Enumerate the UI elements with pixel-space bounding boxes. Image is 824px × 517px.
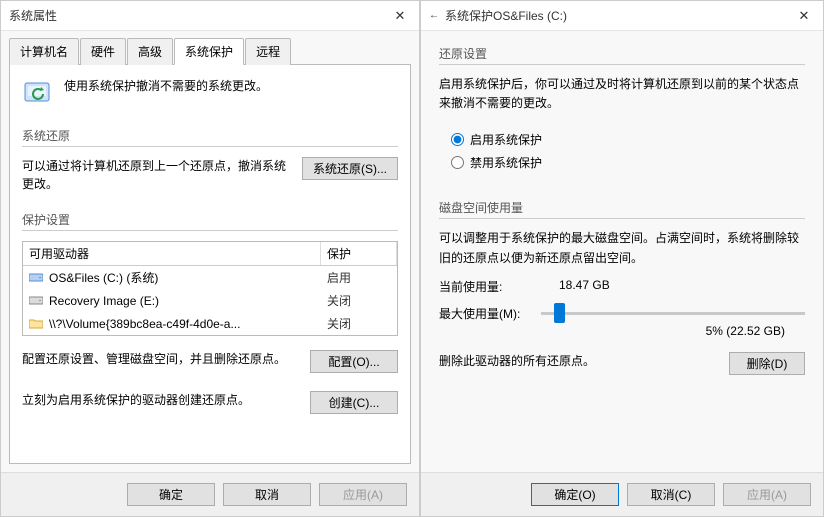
create-description: 立刻为启用系统保护的驱动器创建还原点。: [22, 391, 298, 409]
close-icon[interactable]: ✕: [785, 1, 823, 31]
tab-computer-name[interactable]: 计算机名: [9, 38, 79, 65]
current-usage-value: 18.47 GB: [559, 278, 610, 295]
drive-name: \\?\Volume{389bc8ea-c49f-4d0e-a...: [49, 317, 240, 331]
restore-description: 可以通过将计算机还原到上一个还原点，撤消系统更改。: [22, 157, 290, 193]
configure-button[interactable]: 配置(O)...: [310, 350, 398, 373]
section-label-disk-usage: 磁盘空间使用量: [439, 199, 805, 219]
tab-system-protection[interactable]: 系统保护: [174, 38, 244, 65]
section-label-protect: 保护设置: [22, 211, 398, 231]
section-label-restore: 系统还原: [22, 127, 398, 147]
current-usage-label: 当前使用量:: [439, 278, 559, 295]
tab-panel-system-protection: 使用系统保护撤消不需要的系统更改。 系统还原 可以通过将计算机还原到上一个还原点…: [9, 64, 411, 464]
table-row[interactable]: OS&Files (C:) (系统) 启用: [23, 266, 397, 289]
cancel-button[interactable]: 取消(C): [627, 483, 715, 506]
system-protection-config-dialog: ← 系统保护OS&Files (C:) ✕ 还原设置 启用系统保护后，你可以通过…: [420, 0, 824, 517]
disk-icon: [29, 295, 43, 306]
max-usage-label: 最大使用量(M):: [439, 305, 529, 322]
radio-enable-label: 启用系统保护: [470, 131, 542, 148]
section-label-restore-settings: 还原设置: [439, 45, 805, 65]
radio-enable-input[interactable]: [451, 133, 464, 146]
drive-name: OS&Files (C:) (系统): [49, 269, 158, 286]
back-arrow-icon: ←: [429, 10, 439, 21]
system-properties-dialog: 系统属性 ✕ 计算机名 硬件 高级 系统保护 远程 使用系统保护撤消不需要的系统…: [0, 0, 420, 517]
drive-protection: 关闭: [321, 289, 397, 312]
close-icon[interactable]: ✕: [381, 1, 419, 31]
radio-disable-protection[interactable]: 禁用系统保护: [451, 154, 805, 171]
tab-advanced[interactable]: 高级: [127, 38, 173, 65]
titlebar: 系统属性 ✕: [1, 1, 419, 31]
delete-button[interactable]: 删除(D): [729, 352, 805, 375]
col-header-drive: 可用驱动器: [23, 242, 321, 265]
system-restore-icon: [22, 77, 54, 109]
restore-settings-description: 启用系统保护后，你可以通过及时将计算机还原到以前的某个状态点来撤消不需要的更改。: [439, 75, 805, 113]
drive-protection: 关闭: [321, 312, 397, 335]
col-header-protection: 保护: [321, 242, 397, 265]
apply-button[interactable]: 应用(A): [319, 483, 407, 506]
table-row[interactable]: Recovery Image (E:) 关闭: [23, 289, 397, 312]
window-title: 系统属性: [9, 7, 57, 24]
cancel-button[interactable]: 取消: [223, 483, 311, 506]
dialog-footer: 确定(O) 取消(C) 应用(A): [421, 472, 823, 516]
max-usage-slider[interactable]: [541, 312, 805, 315]
window-title: 系统保护OS&Files (C:): [445, 7, 567, 24]
radio-disable-label: 禁用系统保护: [470, 154, 542, 171]
max-usage-value: 5% (22.52 GB): [439, 324, 805, 338]
dialog-footer: 确定 取消 应用(A): [1, 472, 419, 516]
radio-enable-protection[interactable]: 启用系统保护: [451, 131, 805, 148]
drive-name: Recovery Image (E:): [49, 294, 159, 308]
ok-button[interactable]: 确定: [127, 483, 215, 506]
disk-usage-description: 可以调整用于系统保护的最大磁盘空间。占满空间时，系统将删除较旧的还原点以便为新还…: [439, 229, 805, 267]
configure-description: 配置还原设置、管理磁盘空间，并且删除还原点。: [22, 350, 298, 368]
create-restore-point-button[interactable]: 创建(C)...: [310, 391, 398, 414]
drive-table: 可用驱动器 保护 OS&Files (C:) (系统) 启用 Recovery …: [22, 241, 398, 336]
apply-button[interactable]: 应用(A): [723, 483, 811, 506]
folder-icon: [29, 318, 43, 329]
delete-description: 删除此驱动器的所有还原点。: [439, 352, 715, 369]
restore-radio-group: 启用系统保护 禁用系统保护: [439, 123, 805, 181]
tab-remote[interactable]: 远程: [245, 38, 291, 65]
dialog-body: 还原设置 启用系统保护后，你可以通过及时将计算机还原到以前的某个状态点来撤消不需…: [421, 31, 823, 472]
ok-button[interactable]: 确定(O): [531, 483, 619, 506]
tab-hardware[interactable]: 硬件: [80, 38, 126, 65]
table-row[interactable]: \\?\Volume{389bc8ea-c49f-4d0e-a... 关闭: [23, 312, 397, 335]
drive-protection: 启用: [321, 266, 397, 289]
radio-disable-input[interactable]: [451, 156, 464, 169]
tab-strip: 计算机名 硬件 高级 系统保护 远程: [1, 31, 419, 64]
intro-text: 使用系统保护撤消不需要的系统更改。: [64, 77, 268, 94]
system-restore-button[interactable]: 系统还原(S)...: [302, 157, 398, 180]
disk-icon: [29, 272, 43, 283]
titlebar: ← 系统保护OS&Files (C:) ✕: [421, 1, 823, 31]
